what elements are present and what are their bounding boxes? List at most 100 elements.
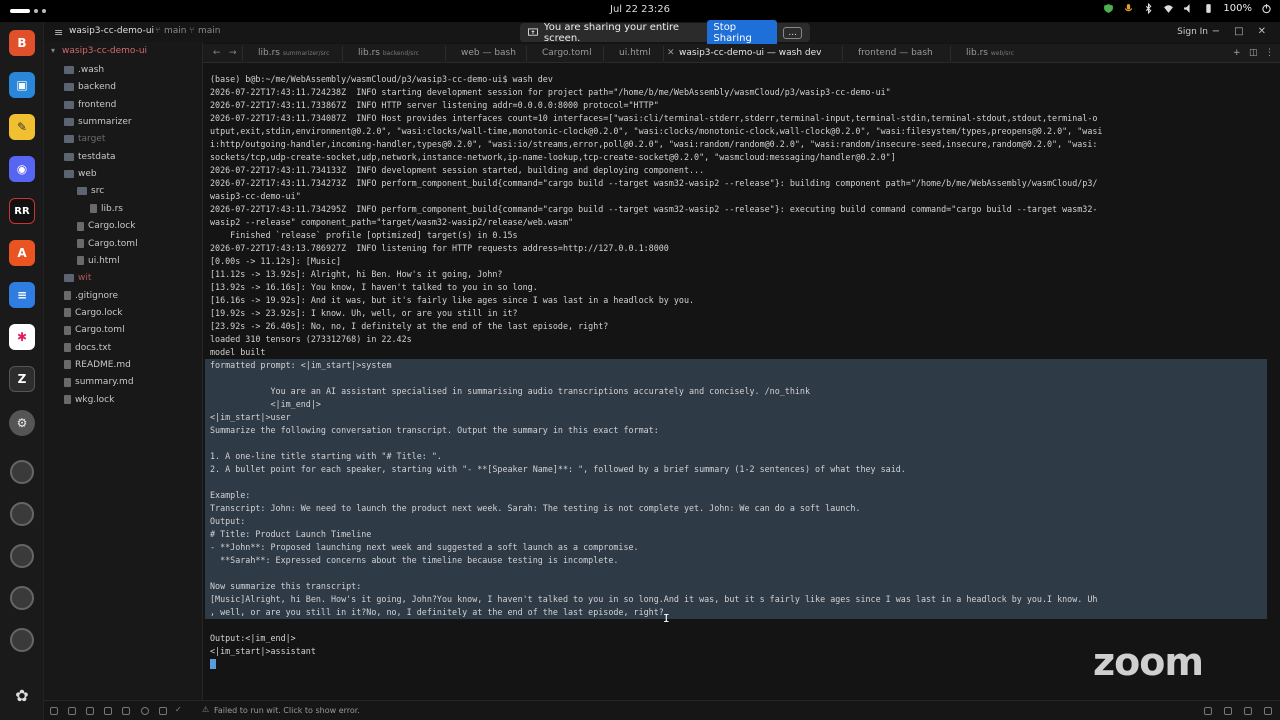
new-tab-icon[interactable]: + <box>1233 48 1241 58</box>
system-clock[interactable]: Jul 22 23:26 <box>0 4 1280 15</box>
app-grid-icon[interactable]: ✿ <box>9 682 35 708</box>
minimize-button[interactable]: − <box>1212 26 1220 37</box>
terminal-line: wasip2 --release" component_path="target… <box>210 217 574 227</box>
tree-folder[interactable]: summarizer <box>64 114 132 130</box>
files-icon[interactable]: ▣ <box>9 72 35 98</box>
branch-name-2[interactable]: main <box>198 26 221 36</box>
nav-back-icon[interactable]: ← <box>213 48 221 58</box>
software-store-icon[interactable]: A <box>9 240 35 266</box>
disk-icon[interactable] <box>10 502 34 526</box>
terminal-line: loaded 310 tensors (273312768) in 22.42s <box>210 334 412 344</box>
zed-editor-icon[interactable]: Z <box>9 366 35 392</box>
tree-file[interactable]: lib.rs <box>90 201 123 217</box>
tree-file[interactable]: Cargo.lock <box>64 305 122 321</box>
close-button[interactable]: ✕ <box>1258 26 1266 37</box>
project-name[interactable]: wasip3-cc-demo-ui <box>69 26 154 36</box>
terminal-icon[interactable] <box>122 707 130 715</box>
terminal-line: - **John**: Proposed launching next week… <box>210 542 639 552</box>
bell-icon[interactable] <box>1264 707 1272 715</box>
terminal-line: Now summarize this transcript: <box>210 581 362 591</box>
slack-icon[interactable]: ✱ <box>9 324 35 350</box>
tree-item-label: .wash <box>78 65 105 75</box>
tree-folder[interactable]: frontend <box>64 97 116 113</box>
tree-file[interactable]: .gitignore <box>64 288 118 304</box>
more-options-icon[interactable]: ⋮ <box>1265 48 1274 58</box>
ssd-drive-icon[interactable] <box>10 628 34 652</box>
system-top-bar: Jul 22 23:26 100% <box>0 0 1280 22</box>
project-root[interactable]: wasip3-cc-demo-ui <box>62 46 147 56</box>
stop-sharing-button[interactable]: Stop Sharing <box>707 19 778 46</box>
tree-item-label: README.md <box>75 359 131 370</box>
checkmark-icon[interactable]: ✓ <box>175 705 183 714</box>
tree-item-label: testdata <box>78 151 116 162</box>
file-icon <box>77 221 84 231</box>
outline-icon[interactable] <box>68 707 76 715</box>
editor-tab[interactable]: web — bash <box>461 48 516 58</box>
nav-forward-icon[interactable]: → <box>229 48 237 58</box>
tree-folder[interactable]: backend <box>64 79 116 95</box>
sign-in-button[interactable]: Sign In <box>1177 27 1208 37</box>
chevron-down-icon[interactable]: ▾ <box>51 46 55 55</box>
tree-folder[interactable]: .wash <box>64 62 104 78</box>
editor-tab[interactable]: lib.rs backend/src <box>358 48 419 58</box>
tree-item-label: frontend <box>78 99 117 110</box>
menu-icon[interactable]: ≡ <box>54 26 63 39</box>
window-controls: − □ ✕ <box>1212 26 1266 37</box>
tree-item-label: wkg.lock <box>75 394 115 405</box>
chat-icon[interactable] <box>1244 707 1252 715</box>
text-editor-icon[interactable]: ✎ <box>9 114 35 140</box>
rustrover-icon[interactable]: RR <box>9 198 35 224</box>
editor-tab[interactable]: lib.rs web/src <box>966 48 1014 58</box>
git-icon[interactable] <box>86 707 94 715</box>
sharing-text: You are sharing your entire screen. <box>543 21 680 44</box>
status-bar: ✓ ⚠ Failed to run wit. Click to show err… <box>44 700 1280 720</box>
tree-folder[interactable]: target <box>64 131 105 147</box>
battery-percent: 100% <box>1223 3 1252 14</box>
tab-path: web/src <box>990 50 1015 57</box>
maximize-button[interactable]: □ <box>1234 26 1243 37</box>
search-icon[interactable] <box>141 707 149 715</box>
tree-file[interactable]: Cargo.toml <box>77 236 138 252</box>
docs-icon[interactable]: ≡ <box>9 282 35 308</box>
notification-icon[interactable] <box>1204 707 1212 715</box>
sharing-more-button[interactable]: ... <box>783 26 802 39</box>
file-icon <box>64 395 71 405</box>
tree-file[interactable]: docs.txt <box>64 340 111 356</box>
tree-folder[interactable]: web <box>64 166 97 182</box>
tree-file[interactable]: wkg.lock <box>64 392 114 408</box>
tree-file[interactable]: summary.md <box>64 374 134 390</box>
disk-icon[interactable] <box>10 544 34 568</box>
branch-name[interactable]: main <box>164 26 187 36</box>
tree-folder[interactable]: wit <box>64 270 91 286</box>
discord-icon[interactable]: ◉ <box>9 156 35 182</box>
editor-tab[interactable]: lib.rs summarizer/src <box>258 48 329 58</box>
editor-tab[interactable]: frontend — bash <box>858 48 933 58</box>
terminal-line: 2026-07-22T17:43:11.734087Z INFO Host pr… <box>210 113 1098 123</box>
tree-folder[interactable]: testdata <box>64 149 116 165</box>
close-tab-icon[interactable]: ✕ <box>667 48 675 58</box>
tree-file[interactable]: README.md <box>64 357 131 373</box>
tree-file[interactable]: Cargo.toml <box>64 322 125 338</box>
diagnostics-icon[interactable] <box>159 707 167 715</box>
tab-divider <box>445 46 446 61</box>
folder-icon <box>77 187 87 196</box>
tree-file[interactable]: Cargo.lock <box>77 218 135 234</box>
editor-tab[interactable]: Cargo.toml <box>542 48 592 58</box>
assistant-icon[interactable] <box>1224 707 1232 715</box>
tree-item-label: summarizer <box>78 117 132 128</box>
debug-icon[interactable] <box>104 707 112 715</box>
system-tray[interactable]: 100% <box>1103 3 1272 14</box>
brave-browser-icon[interactable]: B <box>9 30 35 56</box>
settings-gear-icon[interactable]: ⚙ <box>9 410 35 436</box>
disk-icon[interactable] <box>10 586 34 610</box>
disk-icon[interactable] <box>10 460 34 484</box>
editor-tab[interactable]: wasip3-cc-demo-ui — wash dev <box>679 48 821 58</box>
tree-folder[interactable]: src <box>77 183 104 199</box>
status-message[interactable]: Failed to run wit. Click to show error. <box>214 706 360 715</box>
panel-toggle-icon[interactable] <box>50 707 58 715</box>
shield-icon <box>1104 4 1114 13</box>
tree-file[interactable]: ui.html <box>77 253 120 269</box>
split-pane-icon[interactable]: ◫ <box>1249 48 1258 58</box>
editor-tab[interactable]: ui.html <box>619 48 651 58</box>
terminal-output[interactable]: (base) b@b:~/me/WebAssembly/wasmCloud/p3… <box>205 70 1270 700</box>
